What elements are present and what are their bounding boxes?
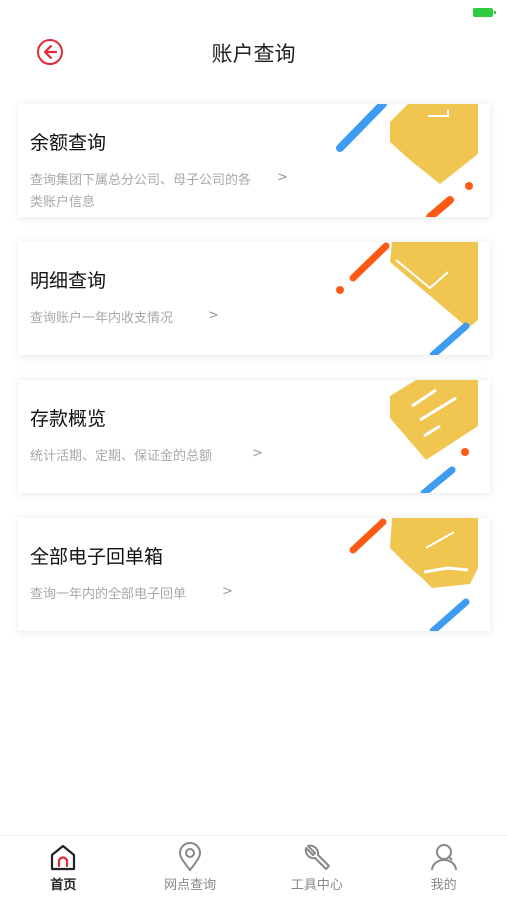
deposit-overview-card[interactable]: 存款概览 统计活期、定期、保证金的总额 > <box>18 380 490 493</box>
nav-bar: 账户查询 <box>0 26 507 78</box>
detail-query-card[interactable]: 明细查询 查询账户一年内收支情况 > <box>18 242 490 355</box>
wrench-icon <box>304 844 330 870</box>
app-screen: 账户查询 余额查询 查询集团下属总分公司、母子公司的各类账户信息 > 明细查询 … <box>0 0 507 900</box>
card-description: 统计活期、定期、保证金的总额 <box>30 449 213 464</box>
chevron-right-icon: > <box>277 170 288 185</box>
location-icon <box>179 842 202 872</box>
card-illustration <box>390 380 478 493</box>
tab-tool-center[interactable]: 工具中心 <box>254 836 381 900</box>
chevron-right-icon: > <box>208 308 219 323</box>
card-list: 余额查询 查询集团下属总分公司、母子公司的各类账户信息 > 明细查询 查询账户一… <box>18 104 490 656</box>
card-title: 全部电子回单箱 <box>30 546 164 568</box>
tab-branch-query[interactable]: 网点查询 <box>127 836 254 900</box>
tab-label: 网点查询 <box>164 878 217 893</box>
chevron-right-icon: > <box>252 446 263 461</box>
page-title: 账户查询 <box>211 42 296 66</box>
card-title: 明细查询 <box>30 270 107 292</box>
balance-query-card[interactable]: 余额查询 查询集团下属总分公司、母子公司的各类账户信息 > <box>18 104 490 217</box>
card-title: 余额查询 <box>30 132 107 154</box>
receipt-box-illustration <box>349 518 478 631</box>
card-description: 查询账户一年内收支情况 <box>30 311 174 326</box>
tab-home[interactable]: 首页 <box>0 836 127 900</box>
tab-label: 首页 <box>50 878 77 893</box>
home-icon <box>51 844 76 871</box>
receipt-illustration <box>336 242 478 355</box>
card-title: 存款概览 <box>30 408 107 430</box>
battery-icon <box>473 8 496 17</box>
status-bar <box>0 0 507 26</box>
bottom-tab-bar: 首页 网点查询 工具中心 我的 <box>0 835 507 900</box>
e-receipt-box-card[interactable]: 全部电子回单箱 查询一年内的全部电子回单 > <box>18 518 490 631</box>
wallet-illustration <box>336 104 478 217</box>
user-icon <box>430 844 457 871</box>
card-description: 查询集团下属总分公司、母子公司的各类账户信息 <box>30 173 252 210</box>
tab-mine[interactable]: 我的 <box>380 836 507 900</box>
tab-label: 工具中心 <box>290 878 343 893</box>
tab-label: 我的 <box>430 878 457 893</box>
chevron-right-icon: > <box>222 584 233 599</box>
